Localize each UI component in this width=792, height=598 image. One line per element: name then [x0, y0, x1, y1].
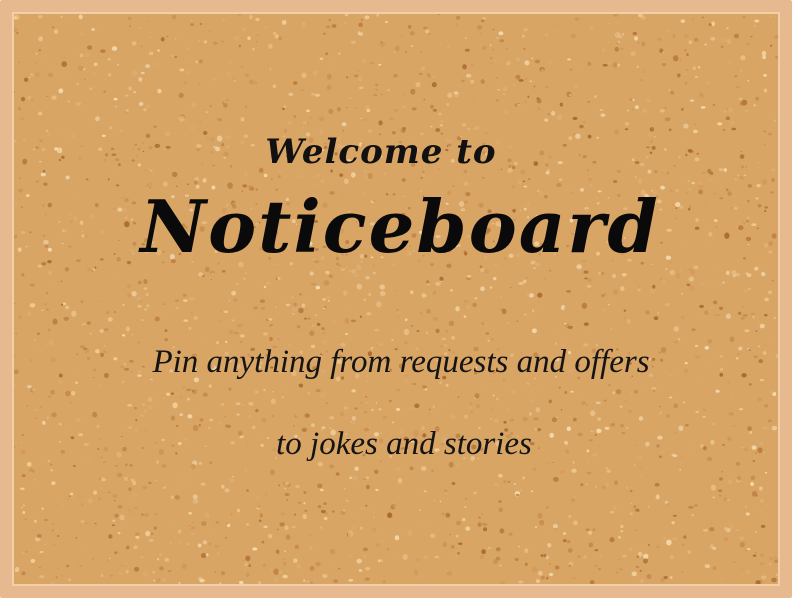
page-title: Noticeboard [140, 184, 660, 269]
noticeboard: Welcome to Noticeboard Pin anything from… [0, 0, 792, 598]
welcome-message: Welcome to Noticeboard Pin anything from… [14, 14, 778, 584]
cork-panel: Welcome to Noticeboard Pin anything from… [12, 12, 780, 586]
subtitle-line-1: Pin anything from requests and offers [152, 344, 650, 380]
welcome-heading: Welcome to [265, 132, 497, 172]
subtitle-line-2: to jokes and stories [276, 426, 532, 462]
